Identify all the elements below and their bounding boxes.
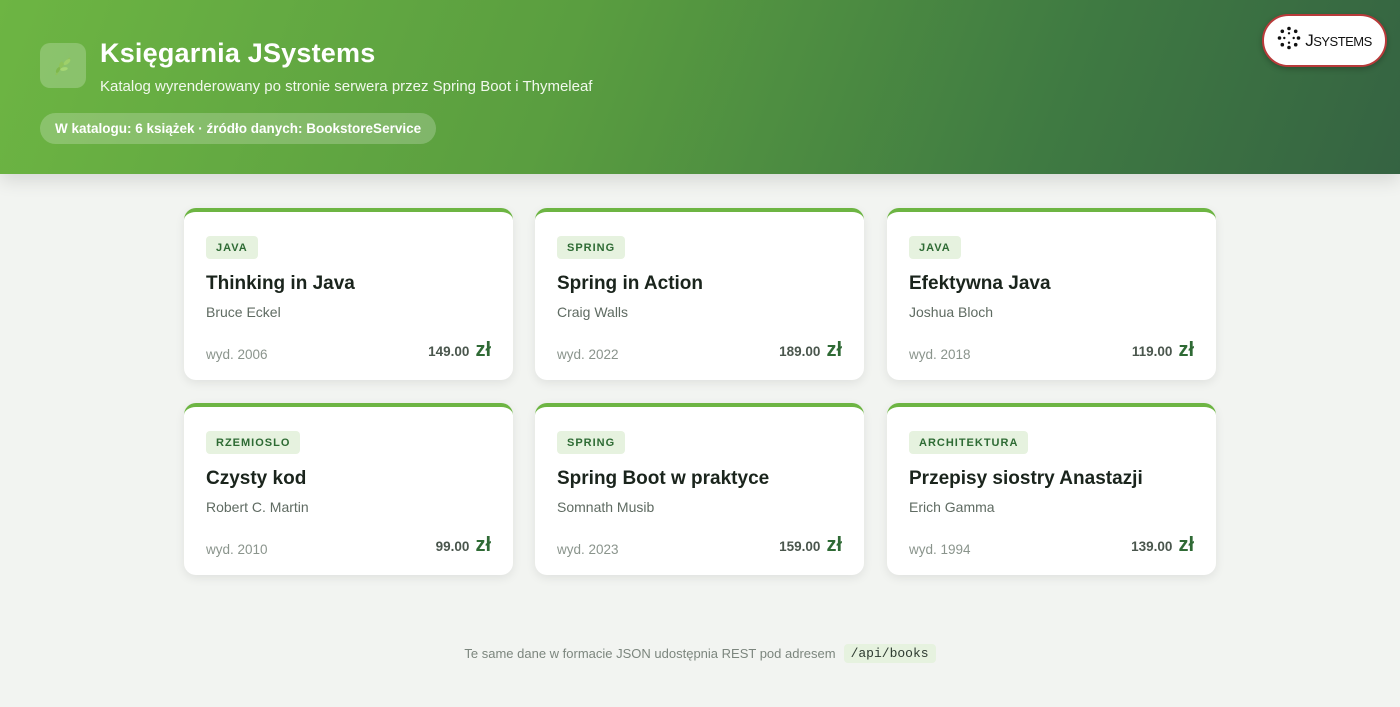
- book-price: 149.00 zł: [428, 339, 491, 362]
- page-title: Księgarnia JSystems: [100, 38, 376, 68]
- book-price: 119.00 zł: [1132, 339, 1194, 362]
- currency-label: zł: [475, 534, 491, 556]
- currency-label: zł: [1178, 339, 1194, 361]
- book-title: Spring in Action: [557, 273, 704, 294]
- book-year: wyd. 2018: [909, 347, 971, 362]
- book-card[interactable]: JAVA Efektywna Java Joshua Bloch wyd. 20…: [887, 208, 1216, 380]
- book-author: Bruce Eckel: [206, 304, 281, 320]
- book-year: wyd. 2022: [557, 347, 619, 362]
- page-header: Księgarnia JSystems Katalog wyrenderowan…: [0, 0, 1400, 174]
- catalog-info-badge: W katalogu: 6 książek · źródło danych: B…: [40, 113, 437, 144]
- book-price: 189.00 zł: [779, 339, 842, 362]
- jsystems-logo-text: JSYSTEMS: [1305, 30, 1372, 50]
- price-value: 139.00: [1131, 539, 1173, 554]
- book-card[interactable]: RZEMIOSLO Czysty kod Robert C. Martin wy…: [184, 403, 513, 575]
- footer-text: Te same dane w formacie JSON udostępnia …: [464, 646, 836, 661]
- book-year: wyd. 2023: [557, 542, 619, 557]
- book-title: Czysty kod: [206, 468, 307, 489]
- price-value: 189.00: [779, 344, 821, 359]
- book-price: 159.00 zł: [779, 534, 842, 557]
- book-price: 139.00 zł: [1131, 534, 1194, 557]
- page-footer: Te same dane w formacie JSON udostępnia …: [0, 644, 1400, 663]
- book-year: wyd. 2010: [206, 542, 268, 557]
- book-year: wyd. 2006: [206, 347, 268, 362]
- jsystems-logo[interactable]: JSYSTEMS: [1262, 14, 1387, 67]
- book-author: Robert C. Martin: [206, 499, 309, 515]
- currency-label: zł: [475, 339, 491, 361]
- price-value: 149.00: [428, 344, 470, 359]
- book-title: Thinking in Java: [206, 273, 355, 294]
- api-path-code: /api/books: [843, 644, 936, 663]
- category-badge: JAVA: [909, 236, 961, 259]
- book-author: Joshua Bloch: [909, 304, 994, 320]
- price-value: 99.00: [435, 539, 470, 554]
- book-title: Spring Boot w praktyce: [557, 468, 770, 489]
- category-badge: SPRING: [557, 431, 626, 454]
- price-value: 119.00: [1131, 344, 1173, 359]
- category-badge: ARCHITEKTURA: [909, 431, 1029, 454]
- currency-label: zł: [826, 534, 842, 556]
- currency-label: zł: [1178, 534, 1194, 556]
- category-badge: RZEMIOSLO: [206, 431, 301, 454]
- leaf-icon: [40, 43, 86, 88]
- book-card[interactable]: JAVA Thinking in Java Bruce Eckel wyd. 2…: [184, 208, 513, 380]
- book-year: wyd. 1994: [909, 542, 971, 557]
- book-price: 99.00 zł: [436, 534, 491, 557]
- book-title: Efektywna Java: [909, 273, 1051, 294]
- category-badge: JAVA: [206, 236, 258, 259]
- book-card[interactable]: SPRING Spring Boot w praktyce Somnath Mu…: [535, 403, 864, 575]
- category-badge: SPRING: [557, 236, 626, 259]
- book-author: Somnath Musib: [557, 499, 655, 515]
- book-title: Przepisy siostry Anastazji: [909, 468, 1143, 489]
- book-author: Erich Gamma: [909, 499, 995, 515]
- book-card[interactable]: SPRING Spring in Action Craig Walls wyd.…: [535, 208, 864, 380]
- book-card[interactable]: ARCHITEKTURA Przepisy siostry Anastazji …: [887, 403, 1216, 575]
- page-subtitle: Katalog wyrenderowany po stronie serwera…: [100, 78, 593, 95]
- price-value: 159.00: [779, 539, 821, 554]
- jsystems-logo-icon: [1277, 26, 1301, 55]
- currency-label: zł: [826, 339, 842, 361]
- book-author: Craig Walls: [557, 304, 629, 320]
